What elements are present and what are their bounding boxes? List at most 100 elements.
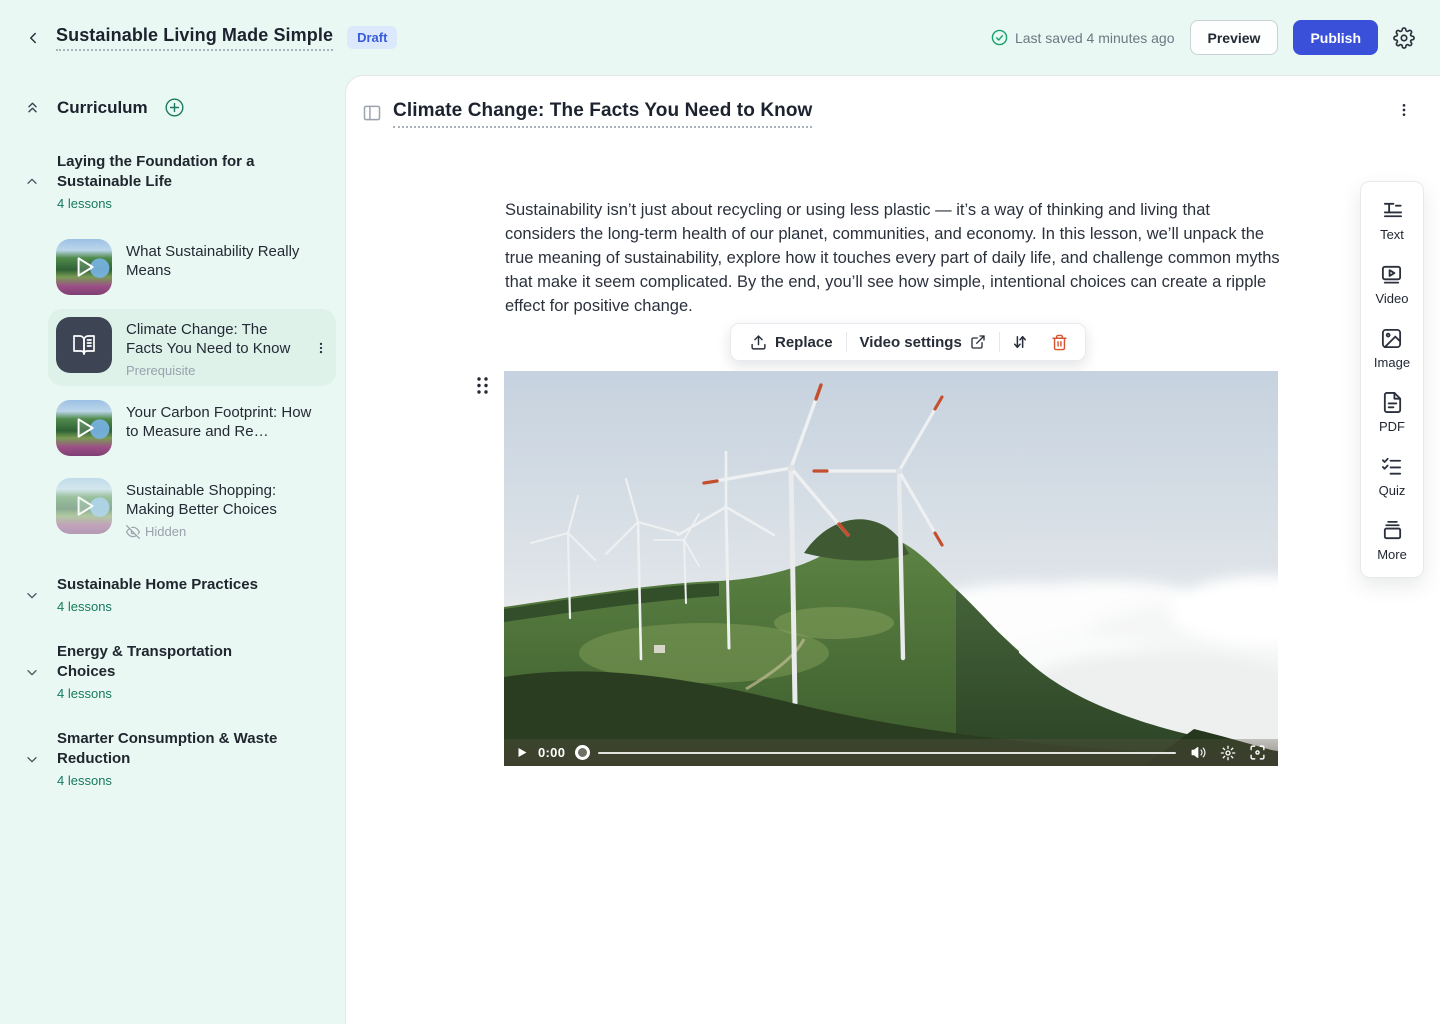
settings-button[interactable] xyxy=(1393,27,1415,49)
chevrons-up-icon xyxy=(24,99,41,116)
video-icon xyxy=(1380,263,1403,286)
sort-arrows-icon xyxy=(1011,333,1029,351)
insert-pdf-button[interactable]: PDF xyxy=(1379,391,1405,434)
last-saved-text: Last saved 4 minutes ago xyxy=(1015,30,1175,46)
lesson-title: Climate Change: The Facts You Need to Kn… xyxy=(126,320,300,358)
section-title: Sustainable Home Practices xyxy=(57,575,258,595)
kebab-icon xyxy=(1396,102,1412,118)
lesson-row[interactable]: What Sustainability Really Means xyxy=(48,231,336,303)
curriculum-header: Curriculum xyxy=(24,97,327,118)
insert-quiz-button[interactable]: Quiz xyxy=(1379,455,1406,498)
play-icon xyxy=(516,746,528,759)
lesson-hidden-label: Hidden xyxy=(126,524,328,539)
delete-block-button[interactable] xyxy=(1040,334,1079,351)
collapse-all-button[interactable] xyxy=(24,99,41,116)
lesson-reading-tile xyxy=(56,317,112,373)
section-title: Energy & Transportation Choices xyxy=(57,642,287,682)
check-circle-icon xyxy=(991,29,1008,46)
publish-button[interactable]: Publish xyxy=(1293,20,1378,55)
chevron-down-icon xyxy=(24,664,40,680)
chevron-up-icon xyxy=(24,174,40,190)
scrubber-handle[interactable] xyxy=(575,745,590,760)
insert-more-button[interactable]: More xyxy=(1377,519,1407,562)
lesson-list: What Sustainability Really Means Climate… xyxy=(56,231,327,547)
kebab-icon xyxy=(314,341,328,355)
volume-icon xyxy=(1190,744,1207,761)
volume-button[interactable] xyxy=(1190,744,1207,761)
section-header[interactable]: Sustainable Home Practices 4 lessons xyxy=(24,575,327,614)
video-frame-wind-turbines xyxy=(504,371,1278,766)
curriculum-section: Sustainable Home Practices 4 lessons xyxy=(24,575,327,614)
panel-layout-icon xyxy=(362,103,382,123)
video-player[interactable]: 0:00 xyxy=(504,371,1278,766)
more-blocks-icon xyxy=(1381,519,1404,542)
insert-text-button[interactable]: Text xyxy=(1380,199,1404,242)
player-settings-button[interactable] xyxy=(1220,745,1236,761)
lesson-prerequisite-label: Prerequisite xyxy=(126,363,300,378)
lesson-title: What Sustainability Really Means xyxy=(126,242,328,280)
lesson-intro-paragraph[interactable]: Sustainability isn’t just about recyclin… xyxy=(505,198,1281,318)
insert-image-button[interactable]: Image xyxy=(1374,327,1410,370)
lesson-header: Climate Change: The Facts You Need to Kn… xyxy=(362,100,812,128)
section-lesson-count: 4 lessons xyxy=(57,599,258,614)
insert-video-button[interactable]: Video xyxy=(1375,263,1408,306)
text-icon xyxy=(1381,199,1404,222)
topbar-right: Last saved 4 minutes ago Preview Publish xyxy=(991,20,1415,55)
lesson-video-thumbnail xyxy=(56,478,112,534)
image-icon xyxy=(1380,327,1403,350)
section-lesson-count: 4 lessons xyxy=(57,196,287,211)
replace-button[interactable]: Replace xyxy=(737,324,846,360)
insert-block-toolbar: Text Video Image PDF Quiz More xyxy=(1360,181,1424,578)
curriculum-section: Energy & Transportation Choices 4 lesson… xyxy=(24,642,327,701)
video-settings-button[interactable]: Video settings xyxy=(847,324,999,360)
lesson-menu-button[interactable] xyxy=(314,341,328,355)
add-section-button[interactable] xyxy=(164,97,185,118)
reorder-block-button[interactable] xyxy=(1000,333,1040,351)
grip-dots-icon xyxy=(476,376,489,395)
pdf-icon xyxy=(1381,391,1404,414)
chevron-down-icon xyxy=(24,751,40,767)
plus-circle-icon xyxy=(164,97,185,118)
lesson-page-title[interactable]: Climate Change: The Facts You Need to Kn… xyxy=(393,100,812,128)
video-controls-bar: 0:00 xyxy=(504,739,1278,766)
fullscreen-button[interactable] xyxy=(1249,744,1266,761)
lesson-editor-panel: Climate Change: The Facts You Need to Kn… xyxy=(345,75,1440,1024)
section-header[interactable]: Energy & Transportation Choices 4 lesson… xyxy=(24,642,327,701)
section-header[interactable]: Laying the Foundation for a Sustainable … xyxy=(24,152,327,211)
curriculum-section: Smarter Consumption & Waste Reduction 4 … xyxy=(24,729,327,788)
section-lesson-count: 4 lessons xyxy=(57,773,287,788)
topbar-left: Sustainable Living Made Simple Draft xyxy=(24,25,397,51)
section-header[interactable]: Smarter Consumption & Waste Reduction 4 … xyxy=(24,729,327,788)
current-time: 0:00 xyxy=(538,745,565,760)
play-icon xyxy=(71,415,97,441)
lesson-video-thumbnail xyxy=(56,400,112,456)
chevron-down-icon xyxy=(24,587,40,603)
back-chevron-icon xyxy=(24,29,42,47)
gear-icon xyxy=(1220,745,1236,761)
topbar: Sustainable Living Made Simple Draft Las… xyxy=(0,0,1440,75)
lesson-title: Sustainable Shopping: Making Better Choi… xyxy=(126,481,328,519)
lesson-row-hidden[interactable]: Sustainable Shopping: Making Better Choi… xyxy=(48,470,336,547)
lesson-title: Your Carbon Footprint: How to Measure an… xyxy=(126,403,328,441)
curriculum-sidebar: Curriculum Laying the Foundation for a S… xyxy=(0,75,345,1024)
section-title: Laying the Foundation for a Sustainable … xyxy=(57,152,287,192)
video-block-toolbar: Replace Video settings xyxy=(730,323,1086,361)
last-saved-status: Last saved 4 minutes ago xyxy=(991,29,1175,46)
upload-icon xyxy=(750,334,767,351)
fullscreen-icon xyxy=(1249,744,1266,761)
play-icon xyxy=(71,254,97,280)
lesson-row-selected[interactable]: Climate Change: The Facts You Need to Kn… xyxy=(48,309,336,386)
preview-button[interactable]: Preview xyxy=(1190,20,1279,55)
block-drag-handle[interactable] xyxy=(476,376,489,395)
trash-icon xyxy=(1051,334,1068,351)
section-lesson-count: 4 lessons xyxy=(57,686,287,701)
eye-off-icon xyxy=(126,525,140,539)
curriculum-title: Curriculum xyxy=(57,98,148,118)
play-button[interactable] xyxy=(516,746,528,759)
lesson-row[interactable]: Your Carbon Footprint: How to Measure an… xyxy=(48,392,336,464)
back-button[interactable] xyxy=(24,29,42,47)
lesson-options-button[interactable] xyxy=(1396,102,1412,118)
course-title[interactable]: Sustainable Living Made Simple xyxy=(56,25,333,51)
toggle-sidebar-button[interactable] xyxy=(362,100,382,123)
progress-track[interactable] xyxy=(598,752,1176,754)
